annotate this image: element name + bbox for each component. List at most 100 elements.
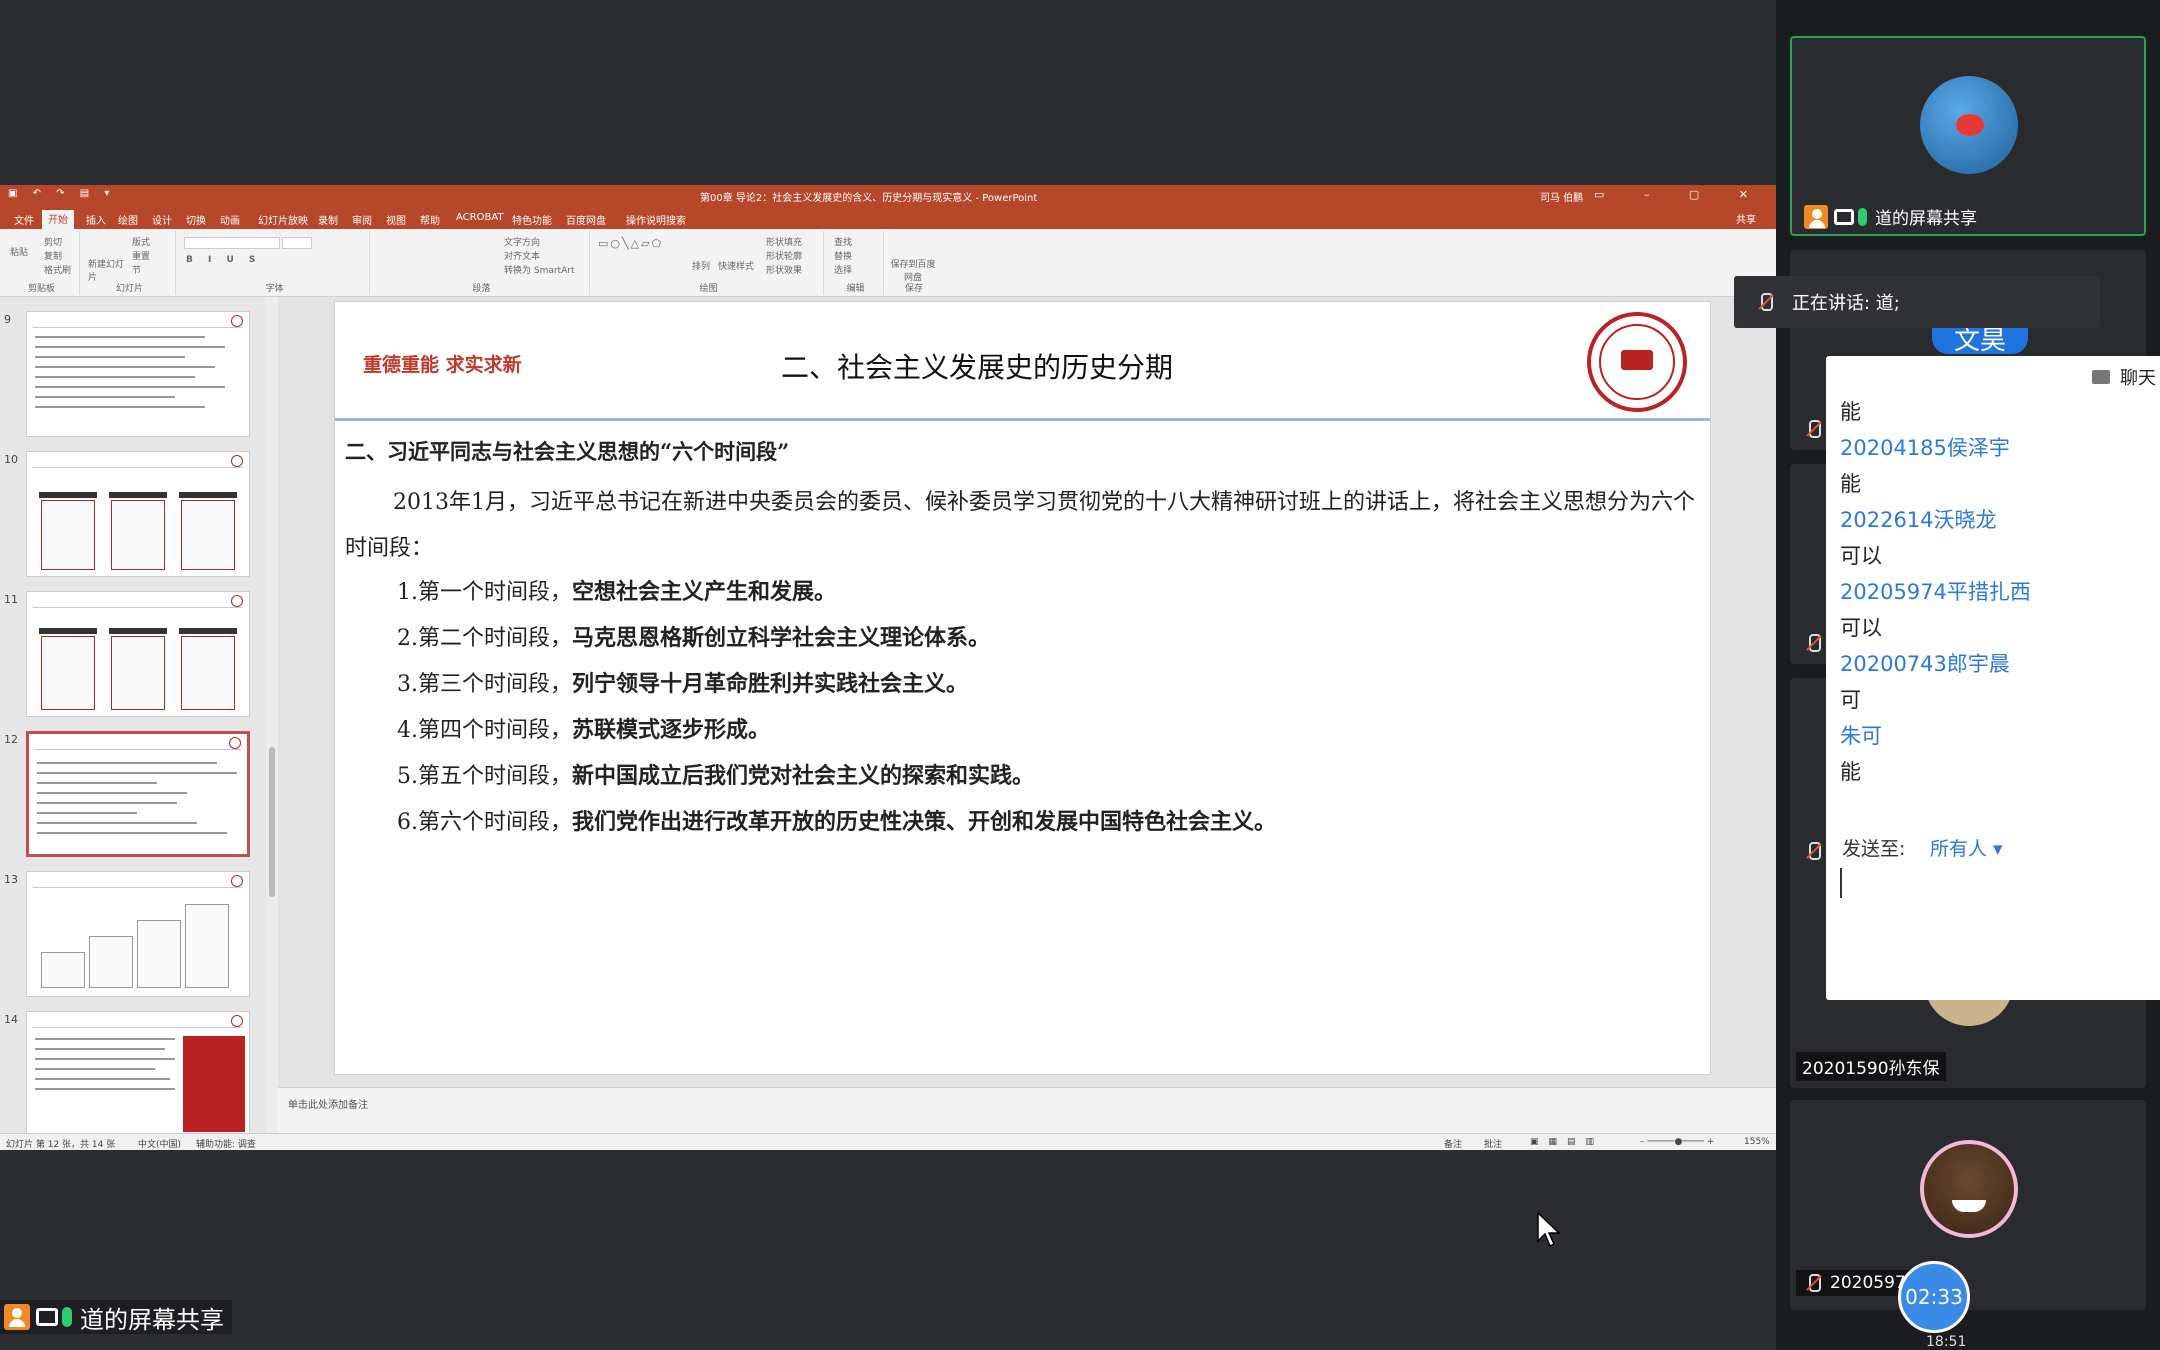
zoom-level[interactable]: 155% bbox=[1744, 1137, 1770, 1147]
accessibility-status[interactable]: 辅助功能: 调查 bbox=[196, 1137, 256, 1150]
view-buttons[interactable]: ▣▦▤▥ bbox=[1530, 1137, 1604, 1147]
tab-record[interactable]: 录制 bbox=[312, 211, 344, 228]
font-size-input[interactable] bbox=[282, 237, 312, 249]
send-to-label: 发送至: bbox=[1842, 838, 1906, 860]
slide-thumbnail-selected[interactable] bbox=[26, 731, 250, 857]
speaking-label: 正在讲话: 道; bbox=[1792, 293, 1900, 314]
tab-design[interactable]: 设计 bbox=[146, 211, 178, 228]
slide-thumbnail[interactable] bbox=[26, 451, 250, 577]
participant-tile[interactable]: 20205974 bbox=[1790, 1100, 2146, 1310]
intro-paragraph: 2013年1月，习近平总书记在新进中央委员会的委员、候补委员学习贯彻党的十八大精… bbox=[345, 490, 1695, 561]
screen-share-indicator[interactable]: 道的屏幕共享 bbox=[0, 1300, 232, 1334]
chat-input[interactable] bbox=[1840, 868, 1842, 898]
chat-sender: 朱可 bbox=[1840, 724, 1882, 748]
select-button[interactable]: 选择 bbox=[834, 263, 852, 276]
shared-screen-powerpoint: ▣ ↶ ↷ ▤ ▾ 第00章 导论2：社会主义发展史的含义、历史分期与现实意义 … bbox=[0, 185, 1776, 1150]
arrange-button[interactable]: 排列 bbox=[692, 259, 710, 272]
window-controls[interactable]: ▭ – ▢ ✕ bbox=[1594, 188, 1766, 201]
new-slide-button[interactable]: 新建幻灯片 bbox=[88, 257, 124, 283]
period-label: 4.第四个时间段， bbox=[397, 718, 572, 743]
period-text: 马克思恩格斯创立科学社会主义理论体系。 bbox=[572, 625, 991, 651]
current-slide[interactable]: 重德重能 求实求新 二、社会主义发展史的历史分期 二、习近平同志与社会主义思想的… bbox=[334, 301, 1711, 1075]
participant-name-label: 文昊 bbox=[1953, 326, 2006, 356]
meeting-timer[interactable]: 02:33 bbox=[1898, 1261, 1970, 1333]
tab-features[interactable]: 特色功能 bbox=[506, 211, 558, 228]
group-clipboard: 粘贴 剪切 复制 格式刷 剪贴板 bbox=[4, 231, 80, 295]
tab-help[interactable]: 帮助 bbox=[414, 211, 446, 228]
group-editing: 查找 替换 选择 编辑 bbox=[828, 231, 884, 295]
period-item: 1.第一个时间段，空想社会主义产生和发展。 bbox=[397, 574, 836, 606]
period-item: 2.第二个时间段，马克思恩格斯创立科学社会主义理论体系。 bbox=[397, 620, 990, 652]
quick-access-toolbar[interactable]: ▣ ↶ ↷ ▤ ▾ bbox=[8, 188, 115, 199]
shapes-gallery[interactable]: ▭○╲△▱⬠ bbox=[598, 237, 663, 250]
font-style-buttons[interactable]: B I U S bbox=[186, 255, 261, 265]
copy-button[interactable]: 复制 bbox=[44, 249, 62, 262]
tab-view[interactable]: 视图 bbox=[380, 211, 412, 228]
send-to-dropdown[interactable]: 所有人 ▾ bbox=[1930, 834, 2003, 861]
paste-button[interactable]: 粘贴 bbox=[10, 245, 28, 258]
slide-thumbnail[interactable] bbox=[26, 1011, 250, 1133]
thumbnail-scrollbar[interactable] bbox=[266, 297, 278, 1133]
tab-baidu[interactable]: 百度网盘 bbox=[560, 211, 612, 228]
user-icon bbox=[4, 1304, 30, 1330]
period-text: 列宁领导十月革命胜利并实践社会主义。 bbox=[572, 671, 969, 697]
muted-mic-icon bbox=[1754, 291, 1776, 313]
share-button[interactable]: 共享 bbox=[1736, 211, 1756, 226]
save-to-baidu-button[interactable]: 保存到百度网盘 bbox=[890, 257, 936, 283]
chat-message: 能 bbox=[1840, 400, 1861, 424]
font-name-input[interactable] bbox=[184, 237, 280, 249]
slide-thumbnail[interactable] bbox=[26, 311, 250, 437]
chat-bubble-icon bbox=[2092, 370, 2110, 384]
tab-file[interactable]: 文件 bbox=[8, 211, 40, 228]
period-label: 1.第一个时间段， bbox=[397, 580, 572, 605]
convert-smartart-button[interactable]: 转换为 SmartArt bbox=[504, 263, 574, 276]
align-text-button[interactable]: 对齐文本 bbox=[504, 249, 540, 262]
quick-styles-button[interactable]: 快速样式 bbox=[718, 259, 754, 272]
slide-thumbnail[interactable] bbox=[26, 871, 250, 997]
tell-me-search[interactable]: 操作说明搜索 bbox=[620, 211, 692, 228]
chat-panel[interactable]: 聊天 能 20204185侯泽宇 能 2022614沃晓龙 可以 2020597… bbox=[1826, 356, 2160, 1000]
group-label: 剪贴板 bbox=[27, 284, 55, 294]
cut-button[interactable]: 剪切 bbox=[44, 235, 62, 248]
tab-animations[interactable]: 动画 bbox=[214, 211, 246, 228]
chat-sender: 20204185侯泽宇 bbox=[1840, 436, 2010, 460]
tab-acrobat[interactable]: ACROBAT bbox=[450, 211, 510, 224]
notes-pane[interactable]: 单击此处添加备注 bbox=[278, 1087, 1776, 1133]
tab-insert[interactable]: 插入 bbox=[80, 211, 112, 228]
tab-transitions[interactable]: 切换 bbox=[180, 211, 212, 228]
chat-header[interactable]: 聊天 bbox=[2092, 364, 2156, 390]
section-button[interactable]: 节 bbox=[132, 263, 141, 276]
replace-button[interactable]: 替换 bbox=[834, 249, 852, 262]
notes-toggle[interactable]: 备注 bbox=[1444, 1137, 1462, 1150]
reset-button[interactable]: 重置 bbox=[132, 249, 150, 262]
period-text: 我们党作出进行改革开放的历史性决策、开创和发展中国特色社会主义。 bbox=[572, 809, 1277, 835]
find-button[interactable]: 查找 bbox=[834, 235, 852, 248]
text-direction-button[interactable]: 文字方向 bbox=[504, 235, 540, 248]
participant-name: 道的屏幕共享 bbox=[1798, 202, 1983, 231]
format-painter-button[interactable]: 格式刷 bbox=[44, 263, 71, 276]
period-label: 3.第三个时间段， bbox=[397, 672, 572, 697]
smile-icon bbox=[1952, 1200, 1986, 1212]
ribbon: 粘贴 剪切 复制 格式刷 剪贴板 新建幻灯片 版式 重置 节 幻灯片 B I U… bbox=[0, 229, 1776, 297]
group-drawing: ▭○╲△▱⬠ 排列 快速样式 形状填充 形状轮廓 形状效果 绘图 bbox=[594, 231, 824, 295]
language-indicator[interactable]: 中文(中国) bbox=[138, 1137, 181, 1150]
tab-home[interactable]: 开始 bbox=[42, 210, 74, 229]
slide-thumbnail[interactable] bbox=[26, 591, 250, 717]
tab-draw[interactable]: 绘图 bbox=[112, 211, 144, 228]
participant-name-label: 20201590孙东保 bbox=[1802, 1059, 1940, 1079]
tab-review[interactable]: 审阅 bbox=[346, 211, 378, 228]
tab-slideshow[interactable]: 幻灯片放映 bbox=[252, 211, 314, 228]
microphone-icon bbox=[1858, 207, 1867, 226]
slide-thumbnail-pane[interactable]: 9 10 11 12 13 14 bbox=[0, 297, 266, 1133]
group-font: B I U S 字体 bbox=[180, 231, 370, 295]
zoom-slider[interactable]: – ─────●──── + bbox=[1640, 1137, 1714, 1147]
period-label: 5.第五个时间段， bbox=[397, 764, 572, 789]
shape-fill-button[interactable]: 形状填充 bbox=[766, 235, 802, 248]
period-label: 2.第二个时间段， bbox=[397, 626, 572, 651]
shape-effects-button[interactable]: 形状效果 bbox=[766, 263, 802, 276]
comments-toggle[interactable]: 批注 bbox=[1484, 1137, 1502, 1150]
user-name[interactable]: 司马 伯鹏 bbox=[1540, 189, 1583, 204]
shape-outline-button[interactable]: 形状轮廓 bbox=[766, 249, 802, 262]
participant-tile[interactable]: 道的屏幕共享 bbox=[1790, 36, 2146, 236]
layout-button[interactable]: 版式 bbox=[132, 235, 150, 248]
